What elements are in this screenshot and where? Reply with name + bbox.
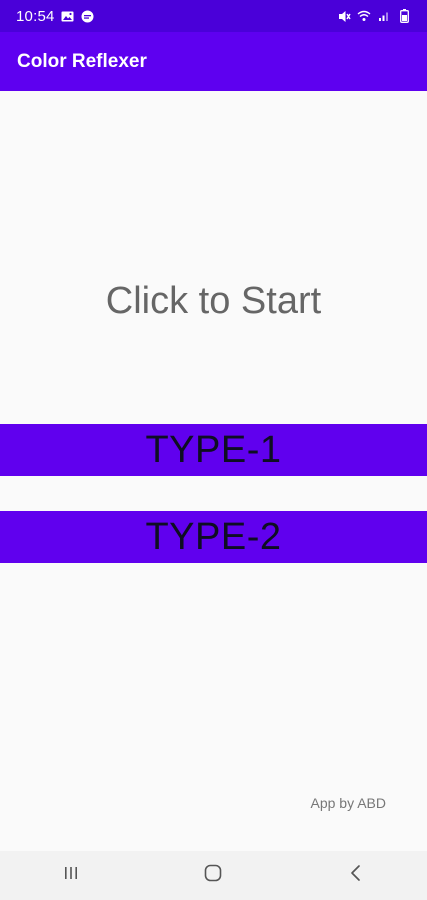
type-1-button[interactable]: TYPE-1: [0, 424, 427, 476]
message-icon: [81, 9, 95, 23]
status-bar: 10:54: [0, 0, 427, 32]
credit-text: App by ABD: [310, 795, 387, 811]
app-bar: Color Reflexer: [0, 32, 427, 91]
signal-icon: [377, 9, 391, 23]
battery-icon: [397, 9, 411, 23]
mute-icon: [337, 9, 351, 23]
status-time: 10:54: [16, 7, 55, 25]
recent-apps-button[interactable]: [41, 856, 101, 896]
click-to-start-text[interactable]: Click to Start: [0, 280, 427, 323]
recent-apps-icon: [62, 865, 80, 886]
home-button[interactable]: [183, 856, 243, 896]
image-icon: [61, 9, 75, 23]
navigation-bar: [0, 851, 427, 900]
home-icon: [203, 863, 223, 888]
app-title: Color Reflexer: [17, 50, 147, 72]
back-button[interactable]: [326, 856, 386, 896]
type-2-button[interactable]: TYPE-2: [0, 511, 427, 563]
status-left: 10:54: [16, 8, 95, 25]
back-icon: [348, 864, 364, 887]
status-right: [337, 9, 411, 23]
wifi-icon: [357, 9, 371, 23]
